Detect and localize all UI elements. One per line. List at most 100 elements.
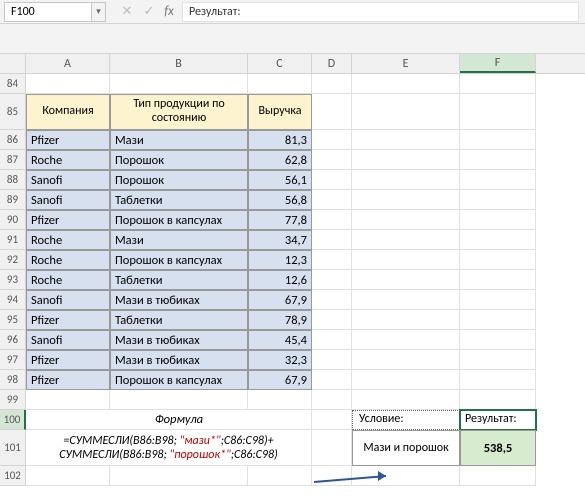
cell[interactable]: 34,7 [248, 230, 312, 250]
row-head[interactable]: 93 [0, 270, 26, 290]
cell[interactable]: 77,8 [248, 210, 312, 230]
cell[interactable] [352, 130, 460, 150]
cell[interactable] [460, 230, 536, 250]
cell[interactable]: Roche [26, 230, 110, 250]
cell[interactable] [460, 150, 536, 170]
cell[interactable] [352, 370, 460, 390]
cell[interactable] [460, 250, 536, 270]
cell[interactable] [460, 74, 536, 94]
row-head[interactable]: 100 [0, 410, 26, 430]
cell[interactable] [312, 390, 352, 410]
cell[interactable] [312, 466, 352, 486]
row-head[interactable]: 95 [0, 310, 26, 330]
cell[interactable] [352, 270, 460, 290]
cell[interactable] [312, 210, 352, 230]
cell[interactable]: Sanofi [26, 290, 110, 310]
cell[interactable]: Таблетки [110, 270, 248, 290]
cell[interactable]: 56,8 [248, 190, 312, 210]
col-head-C[interactable]: C [248, 54, 312, 73]
cell[interactable] [460, 310, 536, 330]
cell[interactable] [460, 466, 536, 486]
row-head[interactable]: 98 [0, 370, 26, 390]
cell[interactable] [312, 330, 352, 350]
cell[interactable] [312, 230, 352, 250]
enter-icon[interactable]: ✓ [138, 1, 160, 23]
cell[interactable]: Sanofi [26, 190, 110, 210]
row-head[interactable]: 87 [0, 150, 26, 170]
cell[interactable] [312, 430, 352, 466]
result-value[interactable]: 538,5 [460, 430, 536, 466]
cell[interactable] [312, 190, 352, 210]
cell[interactable] [460, 210, 536, 230]
cell[interactable]: Pfizer [26, 130, 110, 150]
col-head-E[interactable]: E [352, 54, 460, 73]
cell[interactable] [312, 270, 352, 290]
row-head[interactable]: 102 [0, 466, 26, 486]
cell[interactable] [352, 390, 460, 410]
row-head[interactable]: 89 [0, 190, 26, 210]
cancel-icon[interactable]: ✕ [116, 1, 138, 23]
cell[interactable]: Порошок в капсулах [110, 210, 248, 230]
cell[interactable]: Таблетки [110, 310, 248, 330]
cell[interactable] [460, 94, 536, 130]
cell[interactable] [248, 390, 312, 410]
cell[interactable]: Sanofi [26, 330, 110, 350]
cell[interactable] [460, 350, 536, 370]
cell[interactable]: Мази в тюбиках [110, 350, 248, 370]
cell[interactable] [352, 94, 460, 130]
row-head[interactable]: 90 [0, 210, 26, 230]
cell[interactable]: Мази [110, 230, 248, 250]
cell[interactable] [460, 370, 536, 390]
cell[interactable]: 32,3 [248, 350, 312, 370]
cell[interactable] [460, 270, 536, 290]
cell[interactable]: Таблетки [110, 190, 248, 210]
cell[interactable]: Roche [26, 270, 110, 290]
cell[interactable] [460, 290, 536, 310]
cell[interactable] [312, 350, 352, 370]
cell[interactable] [352, 74, 460, 94]
row-head[interactable]: 96 [0, 330, 26, 350]
cell[interactable]: Мази в тюбиках [110, 330, 248, 350]
table-header-rev[interactable]: Выручка [248, 94, 312, 130]
cell[interactable] [312, 74, 352, 94]
row-head[interactable]: 92 [0, 250, 26, 270]
row-head[interactable]: 101 [0, 430, 26, 466]
cell[interactable] [352, 230, 460, 250]
cell[interactable] [460, 390, 536, 410]
cell[interactable] [352, 170, 460, 190]
cell[interactable] [352, 190, 460, 210]
row-head[interactable]: 85 [0, 94, 26, 130]
formula-title-cell[interactable] [26, 410, 110, 430]
formula-bar-input[interactable]: Результат: [182, 2, 579, 22]
cell[interactable] [352, 250, 460, 270]
cell[interactable] [460, 130, 536, 150]
table-header-type[interactable]: Тип продукции по состоянию [110, 94, 248, 130]
cell[interactable] [460, 170, 536, 190]
cell[interactable] [352, 466, 460, 486]
cell[interactable]: 12,3 [248, 250, 312, 270]
formula-title[interactable]: Формула [110, 410, 248, 430]
cell[interactable]: 81,3 [248, 130, 312, 150]
cell[interactable]: Мази [110, 130, 248, 150]
cell[interactable]: Pfizer [26, 210, 110, 230]
cell[interactable] [26, 74, 110, 94]
row-head[interactable]: 99 [0, 390, 26, 410]
cell[interactable]: Pfizer [26, 350, 110, 370]
cell[interactable] [26, 466, 110, 486]
cell[interactable]: 56,1 [248, 170, 312, 190]
row-head[interactable]: 91 [0, 230, 26, 250]
cell[interactable] [352, 310, 460, 330]
cell[interactable] [352, 290, 460, 310]
cell[interactable] [312, 94, 352, 130]
cell[interactable]: Pfizer [26, 310, 110, 330]
col-head-D[interactable]: D [312, 54, 352, 73]
cell[interactable] [460, 330, 536, 350]
worksheet[interactable]: A B C D E F 84 85 Компания Тип продукции… [0, 54, 585, 486]
cell[interactable]: 67,9 [248, 370, 312, 390]
col-head-F[interactable]: F [460, 54, 536, 73]
cell[interactable] [248, 74, 312, 94]
select-all-corner[interactable] [0, 54, 26, 73]
fx-icon[interactable]: fx [160, 1, 182, 23]
cell[interactable] [248, 466, 312, 486]
table-header-company[interactable]: Компания [26, 94, 110, 130]
